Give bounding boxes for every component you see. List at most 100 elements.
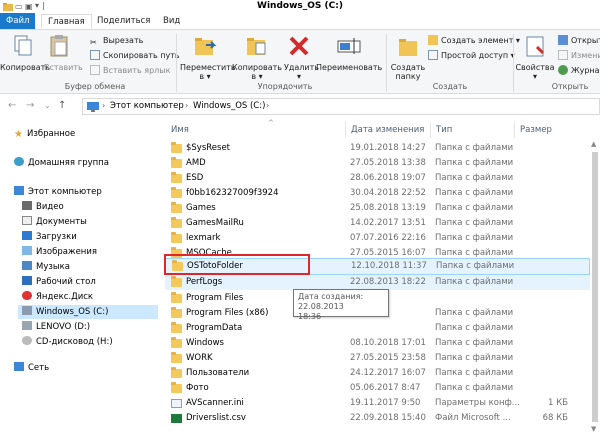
breadcrumb-this-pc[interactable]: Этот компьютер	[110, 101, 184, 111]
folder-icon	[171, 142, 182, 153]
column-divider[interactable]	[345, 122, 346, 138]
folder-icon	[171, 367, 182, 378]
nav-this-pc[interactable]: Этот компьютер	[14, 185, 102, 199]
file-row[interactable]: ProgramData Папка с файлами	[165, 321, 590, 336]
nav-images[interactable]: Изображения	[22, 245, 97, 259]
easy-access-label: Простой доступ ▾	[441, 51, 515, 60]
column-date[interactable]: Дата изменения	[351, 125, 424, 135]
file-row[interactable]: $SysReset 19.01.2018 14:27 Папка с файлами	[165, 141, 590, 156]
tab-home[interactable]: Главная	[41, 14, 92, 29]
homegroup-icon	[14, 157, 24, 166]
file-row[interactable]: GamesMailRu 14.02.2017 13:51 Папка с файла…	[165, 216, 590, 231]
nav-cd[interactable]: CD-дисковод (H:)	[22, 335, 113, 349]
column-size[interactable]: Размер	[520, 125, 552, 135]
nav-favorites-label: Избранное	[26, 129, 76, 139]
file-row[interactable]: f0bb162327009f3924 30.04.2018 22:52 Папка …	[165, 186, 590, 201]
folder-icon	[171, 276, 182, 287]
breadcrumb-separator-icon: ›	[185, 101, 189, 110]
nav-yadisk[interactable]: Яндекс.Диск	[22, 290, 93, 304]
nav-windows-os-label: Windows_OS (C:)	[36, 307, 109, 317]
music-icon	[22, 261, 32, 270]
tab-share[interactable]: Поделиться	[91, 14, 156, 29]
up-arrow-icon[interactable]: ↑	[58, 100, 66, 111]
copy-to-button[interactable]: Копировать в ▾	[232, 33, 282, 81]
move-to-label-2: в ▾	[199, 72, 211, 81]
copy-path-button[interactable]: Скопировать путь	[90, 49, 180, 62]
properties-button[interactable]: Свойства ▾	[514, 33, 556, 81]
file-row[interactable]: Пользователи 24.12.2017 16:07 Папка с файл…	[165, 366, 590, 381]
breadcrumb-separator-icon: ›	[102, 101, 106, 110]
nav-cd-label: CD-дисковод (H:)	[36, 337, 113, 347]
column-name[interactable]: Имя	[171, 125, 189, 135]
cut-button[interactable]: ✂ Вырезать	[90, 34, 143, 47]
nav-favorites[interactable]: ★ Избранное	[14, 127, 75, 141]
nav-lenovo[interactable]: LENOVO (D:)	[22, 320, 90, 334]
scroll-down-icon[interactable]: ▼	[591, 425, 596, 433]
copy-button[interactable]: Копировать	[0, 33, 50, 72]
folder-icon	[171, 322, 182, 333]
desktop-icon	[22, 276, 32, 285]
address-bar[interactable]: › Этот компьютер › Windows_OS (C:) ›	[82, 98, 600, 115]
folder-icon	[171, 232, 182, 243]
file-row[interactable]: Driverslist.csv 22.09.2018 15:40 Файл Micr…	[165, 411, 590, 426]
file-row[interactable]: Windows 08.10.2018 17:01 Папка с файлами	[165, 336, 590, 351]
file-row[interactable]: WORK 27.05.2015 23:58 Папка с файлами	[165, 351, 590, 366]
nav-video[interactable]: Видео	[22, 200, 64, 214]
history-icon	[558, 65, 568, 75]
nav-homegroup[interactable]: Домашняя группа	[14, 156, 109, 170]
ribbon-separator	[386, 34, 387, 92]
nav-network[interactable]: Сеть	[14, 361, 49, 375]
column-divider[interactable]	[430, 122, 431, 138]
window-title: Windows_OS (C:)	[257, 1, 343, 11]
file-row[interactable]: AVScanner.ini 19.11.2017 9:50 Параметры ко…	[165, 396, 590, 411]
easy-access-button[interactable]: Простой доступ ▾	[428, 49, 515, 62]
nav-downloads[interactable]: Загрузки	[22, 230, 77, 244]
column-divider[interactable]	[514, 122, 515, 138]
delete-label: Удалить	[284, 63, 319, 72]
nav-music[interactable]: Музыка	[22, 260, 70, 274]
scroll-up-icon[interactable]: ▲	[591, 140, 596, 148]
nav-desktop[interactable]: Рабочий стол	[22, 275, 96, 289]
tab-view[interactable]: Вид	[157, 14, 186, 29]
excel-file-icon	[171, 414, 182, 423]
nav-documents[interactable]: Документы	[22, 215, 87, 229]
recent-dropdown-icon[interactable]: ⌄	[44, 101, 51, 110]
properties-label-2: ▾	[532, 72, 537, 81]
file-row[interactable]: Games 25.08.2018 13:19 Папка с файлами	[165, 201, 590, 216]
breadcrumb-drive[interactable]: Windows_OS (C:)	[193, 101, 265, 111]
highlight-box	[164, 254, 310, 275]
open-button[interactable]: Открыт	[558, 34, 600, 47]
folder-icon	[171, 307, 182, 318]
rename-button[interactable]: Переименовать	[316, 33, 382, 72]
folder-icon	[171, 157, 182, 168]
file-row[interactable]: lexmark 07.07.2016 22:16 Папка с файлами	[165, 231, 590, 246]
nav-downloads-label: Загрузки	[36, 232, 77, 242]
paste-button[interactable]: Вставить	[44, 33, 83, 72]
file-row[interactable]: AMD 27.05.2018 13:38 Папка с файлами	[165, 156, 590, 171]
copy-to-label: Копировать	[232, 63, 282, 72]
delete-button[interactable]: Удалить ▾	[284, 33, 319, 81]
file-row-hover[interactable]: PerfLogs 22.08.2013 18:22 Папка с файлами	[165, 275, 590, 290]
copy-path-icon	[90, 50, 100, 60]
vertical-scrollbar[interactable]: ▲ ▼	[590, 140, 600, 437]
new-item-button[interactable]: Создать элемент ▾	[428, 34, 520, 47]
easy-access-icon	[428, 50, 438, 60]
scroll-thumb[interactable]	[592, 152, 598, 422]
new-item-label: Создать элемент ▾	[441, 36, 520, 45]
column-type[interactable]: Тип	[436, 125, 452, 135]
tab-file[interactable]: Файл	[0, 13, 36, 29]
ribbon-separator	[176, 34, 177, 92]
new-folder-button[interactable]: Создать папку	[388, 33, 428, 81]
paste-shortcut-button[interactable]: Вставить ярлык	[90, 64, 170, 77]
sort-chevron-icon: ^	[268, 119, 274, 127]
nav-windows-os[interactable]: Windows_OS (C:)	[18, 305, 158, 319]
history-button[interactable]: Журнал	[558, 64, 600, 77]
move-to-button[interactable]: Переместить в ▾	[180, 33, 236, 81]
nav-video-label: Видео	[36, 202, 64, 212]
rename-icon	[337, 38, 361, 54]
file-row[interactable]: ESD 28.06.2018 19:07 Папка с файлами	[165, 171, 590, 186]
file-row[interactable]: Фото 05.06.2017 8:47 Папка с файлами	[165, 381, 590, 396]
back-arrow-icon[interactable]: ←	[8, 100, 16, 111]
forward-arrow-icon[interactable]: →	[26, 100, 34, 111]
edit-button[interactable]: Измени	[558, 49, 600, 62]
